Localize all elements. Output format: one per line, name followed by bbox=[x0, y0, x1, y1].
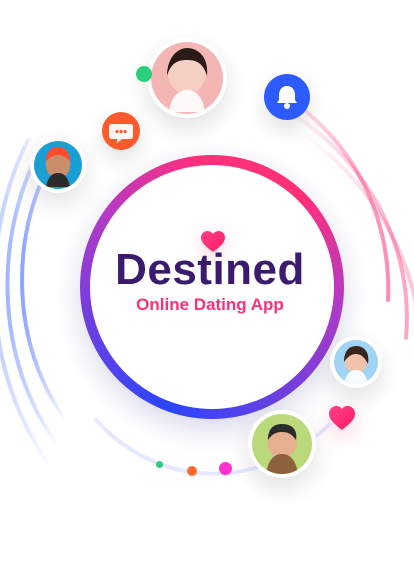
avatar[interactable] bbox=[248, 410, 316, 478]
avatar-photo bbox=[151, 42, 223, 114]
pagination-dot bbox=[156, 461, 163, 468]
app-tagline: Online Dating App bbox=[136, 295, 284, 314]
avatar-photo bbox=[334, 340, 378, 384]
status-dot bbox=[136, 66, 152, 82]
app-name: Destined bbox=[115, 245, 305, 294]
pagination-dot bbox=[219, 462, 232, 475]
avatar[interactable] bbox=[30, 137, 86, 193]
avatar[interactable] bbox=[330, 336, 382, 388]
bell-icon[interactable] bbox=[264, 74, 310, 120]
dating-app-hero: Destined Online Dating App bbox=[0, 0, 414, 564]
avatar-photo bbox=[34, 141, 82, 189]
avatar-photo bbox=[252, 414, 312, 474]
pagination-dot bbox=[187, 466, 197, 476]
heart-icon[interactable] bbox=[326, 402, 358, 432]
chat-bubble-icon[interactable] bbox=[102, 112, 140, 150]
avatar[interactable] bbox=[147, 38, 227, 118]
